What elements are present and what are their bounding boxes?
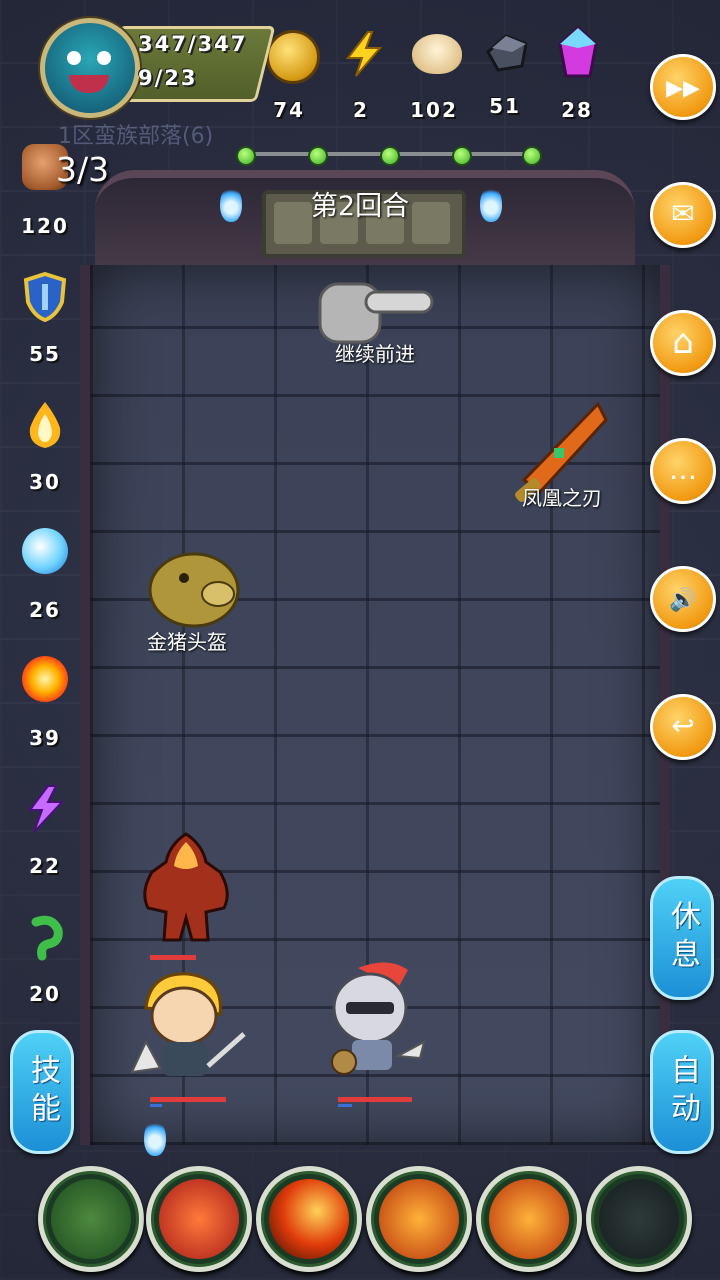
- gold-value: 74: [273, 98, 305, 122]
- lightning-icon: [340, 30, 388, 78]
- holy-fire-icon: [22, 400, 68, 448]
- water-wave-icon: [22, 528, 68, 574]
- chat-icon: …: [669, 453, 697, 486]
- sprout-staff-icon: [51, 1179, 131, 1259]
- holy-fire-value: 30: [29, 470, 61, 494]
- poison-value: 20: [29, 982, 61, 1006]
- lightning-purple-icon: [22, 784, 68, 833]
- continue-label[interactable]: 继续前进: [310, 338, 440, 367]
- mail-button[interactable]: ✉: [650, 182, 716, 248]
- phoenix-blade-label[interactable]: 凤凰之刃: [506, 482, 618, 511]
- round-label: 第2回合: [310, 191, 410, 222]
- blue-torch-bottom: [144, 1120, 166, 1156]
- burning-heart-icon: [159, 1179, 239, 1259]
- empty-slot: [599, 1179, 679, 1259]
- hero-health-bar: [150, 1097, 226, 1107]
- hero-swordsman[interactable]: [126, 968, 246, 1088]
- fast-forward-button[interactable]: ▶▶: [650, 54, 716, 120]
- twin-swords-icon: [379, 1179, 459, 1259]
- lightning-purple-value: 22: [29, 854, 61, 878]
- back-icon: ↩: [671, 709, 695, 742]
- blue-torch-right: [480, 186, 502, 222]
- auto-button[interactable]: 自动: [650, 1030, 714, 1154]
- home-icon: ⌂: [672, 322, 694, 362]
- stage-dot: [380, 146, 400, 166]
- golden-pig-helmet-label[interactable]: 金猪头盔: [132, 626, 242, 655]
- skill-slot-5[interactable]: [476, 1166, 582, 1272]
- knight-ally[interactable]: [328, 958, 428, 1088]
- gem-value: 28: [561, 98, 593, 122]
- stage-dot: [522, 146, 542, 166]
- level-progress: 9/23: [138, 66, 198, 90]
- ore-value: 51: [489, 94, 521, 118]
- fireball-value: 39: [29, 726, 61, 750]
- blue-torch-left: [220, 186, 242, 222]
- player-avatar[interactable]: [40, 18, 140, 118]
- stage-dot: [452, 146, 472, 166]
- water-wave-value: 26: [29, 598, 61, 622]
- skill-slot-3[interactable]: [256, 1166, 362, 1272]
- rest-button[interactable]: 休息: [650, 876, 714, 1000]
- hp-value: 347/347: [138, 32, 248, 56]
- fire-golem-health-bar: [150, 955, 196, 960]
- fire-slash-icon: [269, 1179, 349, 1259]
- chat-button[interactable]: …: [650, 438, 716, 504]
- zone-title: 1区蛮族部落(6): [58, 124, 214, 149]
- skill-slot-2[interactable]: [146, 1166, 252, 1272]
- auto-label: 自动: [665, 1054, 700, 1130]
- energy-value: 2: [353, 98, 369, 122]
- poison-icon: [22, 912, 68, 961]
- twin-swords-icon: [489, 1179, 569, 1259]
- sound-icon: 🔊: [669, 588, 697, 613]
- shield-value: 55: [29, 342, 61, 366]
- fast-forward-icon: ▶▶: [666, 76, 700, 101]
- fire-golem-enemy[interactable]: [136, 832, 236, 947]
- sound-button[interactable]: 🔊: [650, 566, 716, 632]
- skills-button[interactable]: 技能: [10, 1030, 74, 1154]
- knight-health-bar: [338, 1097, 412, 1107]
- iron-ore-icon: [482, 30, 532, 76]
- rest-label: 休息: [665, 900, 700, 976]
- stage-dot: [236, 146, 256, 166]
- fireball-icon: [22, 656, 68, 702]
- bun-value: 102: [410, 98, 458, 122]
- skill-slot-4[interactable]: [366, 1166, 472, 1272]
- golden-pig-helmet-icon[interactable]: [144, 548, 244, 630]
- mail-icon: ✉: [671, 197, 695, 230]
- bun-icon: [412, 34, 462, 74]
- attack-count: 3/3: [56, 150, 110, 189]
- skill-slot-1[interactable]: [38, 1166, 144, 1272]
- stage-dot: [308, 146, 328, 166]
- gold-coin-icon: [266, 30, 320, 84]
- fist-value: 120: [21, 214, 69, 238]
- skill-slot-6-empty[interactable]: [586, 1166, 692, 1272]
- skills-label: 技能: [25, 1054, 60, 1130]
- back-button[interactable]: ↩: [650, 694, 716, 760]
- home-button[interactable]: ⌂: [650, 310, 716, 376]
- shield-icon: [22, 271, 68, 323]
- crystal-icon: [556, 25, 600, 80]
